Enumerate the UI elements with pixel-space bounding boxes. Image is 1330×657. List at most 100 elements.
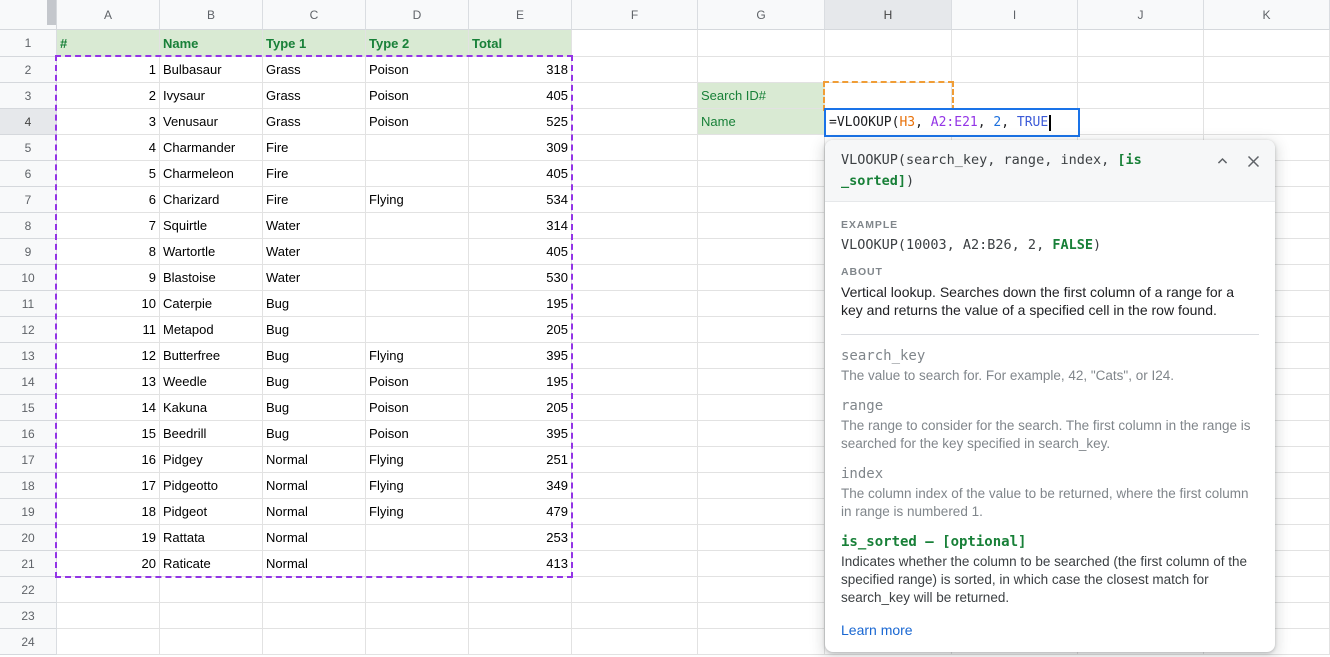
cell-F5[interactable] (572, 135, 698, 161)
row-header-5[interactable]: 5 (0, 135, 57, 161)
cell-G4[interactable]: Name (698, 109, 825, 135)
cell-B24[interactable] (160, 629, 263, 655)
cell-F10[interactable] (572, 265, 698, 291)
row-header-17[interactable]: 17 (0, 447, 57, 473)
cell-A22[interactable] (57, 577, 160, 603)
row-header-15[interactable]: 15 (0, 395, 57, 421)
cell-D4[interactable]: Poison (366, 109, 469, 135)
cell-B1[interactable]: Name (160, 30, 263, 57)
cell-C12[interactable]: Bug (263, 317, 366, 343)
close-icon[interactable] (1246, 154, 1261, 169)
cell-D8[interactable] (366, 213, 469, 239)
cell-D6[interactable] (366, 161, 469, 187)
cell-E15[interactable]: 205 (469, 395, 572, 421)
cell-C6[interactable]: Fire (263, 161, 366, 187)
column-header-E[interactable]: E (469, 0, 572, 30)
cell-H2[interactable] (825, 57, 952, 83)
cell-K1[interactable] (1204, 30, 1330, 57)
row-header-23[interactable]: 23 (0, 603, 57, 629)
cell-D24[interactable] (366, 629, 469, 655)
cell-C18[interactable]: Normal (263, 473, 366, 499)
row-header-22[interactable]: 22 (0, 577, 57, 603)
cell-C24[interactable] (263, 629, 366, 655)
cell-E12[interactable]: 205 (469, 317, 572, 343)
formula-input[interactable]: =VLOOKUP(H3, A2:E21, 2, TRUE (824, 108, 1080, 137)
cell-C17[interactable]: Normal (263, 447, 366, 473)
row-header-4[interactable]: 4 (0, 109, 57, 135)
cell-D12[interactable] (366, 317, 469, 343)
cell-F7[interactable] (572, 187, 698, 213)
cell-F14[interactable] (572, 369, 698, 395)
cell-F11[interactable] (572, 291, 698, 317)
cell-G15[interactable] (698, 395, 825, 421)
cell-G24[interactable] (698, 629, 825, 655)
cell-E7[interactable]: 534 (469, 187, 572, 213)
cell-A11[interactable]: 10 (57, 291, 160, 317)
cell-C4[interactable]: Grass (263, 109, 366, 135)
row-header-18[interactable]: 18 (0, 473, 57, 499)
cell-A8[interactable]: 7 (57, 213, 160, 239)
cell-E2[interactable]: 318 (469, 57, 572, 83)
cell-F17[interactable] (572, 447, 698, 473)
cell-G23[interactable] (698, 603, 825, 629)
cell-I1[interactable] (952, 30, 1078, 57)
row-header-13[interactable]: 13 (0, 343, 57, 369)
cell-G7[interactable] (698, 187, 825, 213)
cell-A10[interactable]: 9 (57, 265, 160, 291)
cell-B23[interactable] (160, 603, 263, 629)
cell-E14[interactable]: 195 (469, 369, 572, 395)
cell-K2[interactable] (1204, 57, 1330, 83)
column-header-A[interactable]: A (57, 0, 160, 30)
cell-E22[interactable] (469, 577, 572, 603)
cell-G10[interactable] (698, 265, 825, 291)
cell-J3[interactable] (1078, 83, 1204, 109)
cell-G3[interactable]: Search ID# (698, 83, 825, 109)
cell-E8[interactable]: 314 (469, 213, 572, 239)
cell-G21[interactable] (698, 551, 825, 577)
cell-C16[interactable]: Bug (263, 421, 366, 447)
cell-B2[interactable]: Bulbasaur (160, 57, 263, 83)
cell-B9[interactable]: Wartortle (160, 239, 263, 265)
cell-A6[interactable]: 5 (57, 161, 160, 187)
cell-E5[interactable]: 309 (469, 135, 572, 161)
row-header-12[interactable]: 12 (0, 317, 57, 343)
cell-A4[interactable]: 3 (57, 109, 160, 135)
cell-A14[interactable]: 13 (57, 369, 160, 395)
column-header-K[interactable]: K (1204, 0, 1330, 30)
cell-D22[interactable] (366, 577, 469, 603)
cell-D5[interactable] (366, 135, 469, 161)
cell-D2[interactable]: Poison (366, 57, 469, 83)
cell-F2[interactable] (572, 57, 698, 83)
cell-C20[interactable]: Normal (263, 525, 366, 551)
cell-A19[interactable]: 18 (57, 499, 160, 525)
cell-D16[interactable]: Poison (366, 421, 469, 447)
row-header-7[interactable]: 7 (0, 187, 57, 213)
row-header-2[interactable]: 2 (0, 57, 57, 83)
cell-D11[interactable] (366, 291, 469, 317)
cell-A13[interactable]: 12 (57, 343, 160, 369)
cell-B21[interactable]: Raticate (160, 551, 263, 577)
cell-G11[interactable] (698, 291, 825, 317)
cell-C3[interactable]: Grass (263, 83, 366, 109)
cell-E24[interactable] (469, 629, 572, 655)
cell-E20[interactable]: 253 (469, 525, 572, 551)
cell-G17[interactable] (698, 447, 825, 473)
cell-A5[interactable]: 4 (57, 135, 160, 161)
select-all-corner[interactable] (0, 0, 57, 30)
cell-B17[interactable]: Pidgey (160, 447, 263, 473)
cell-D13[interactable]: Flying (366, 343, 469, 369)
cell-H1[interactable] (825, 30, 952, 57)
cell-B4[interactable]: Venusaur (160, 109, 263, 135)
cell-A12[interactable]: 11 (57, 317, 160, 343)
cell-B19[interactable]: Pidgeot (160, 499, 263, 525)
cell-D10[interactable] (366, 265, 469, 291)
cell-B6[interactable]: Charmeleon (160, 161, 263, 187)
cell-C15[interactable]: Bug (263, 395, 366, 421)
row-header-20[interactable]: 20 (0, 525, 57, 551)
column-header-D[interactable]: D (366, 0, 469, 30)
cell-G16[interactable] (698, 421, 825, 447)
cell-A18[interactable]: 17 (57, 473, 160, 499)
cell-A21[interactable]: 20 (57, 551, 160, 577)
learn-more-link[interactable]: Learn more (841, 622, 913, 638)
cell-B18[interactable]: Pidgeotto (160, 473, 263, 499)
